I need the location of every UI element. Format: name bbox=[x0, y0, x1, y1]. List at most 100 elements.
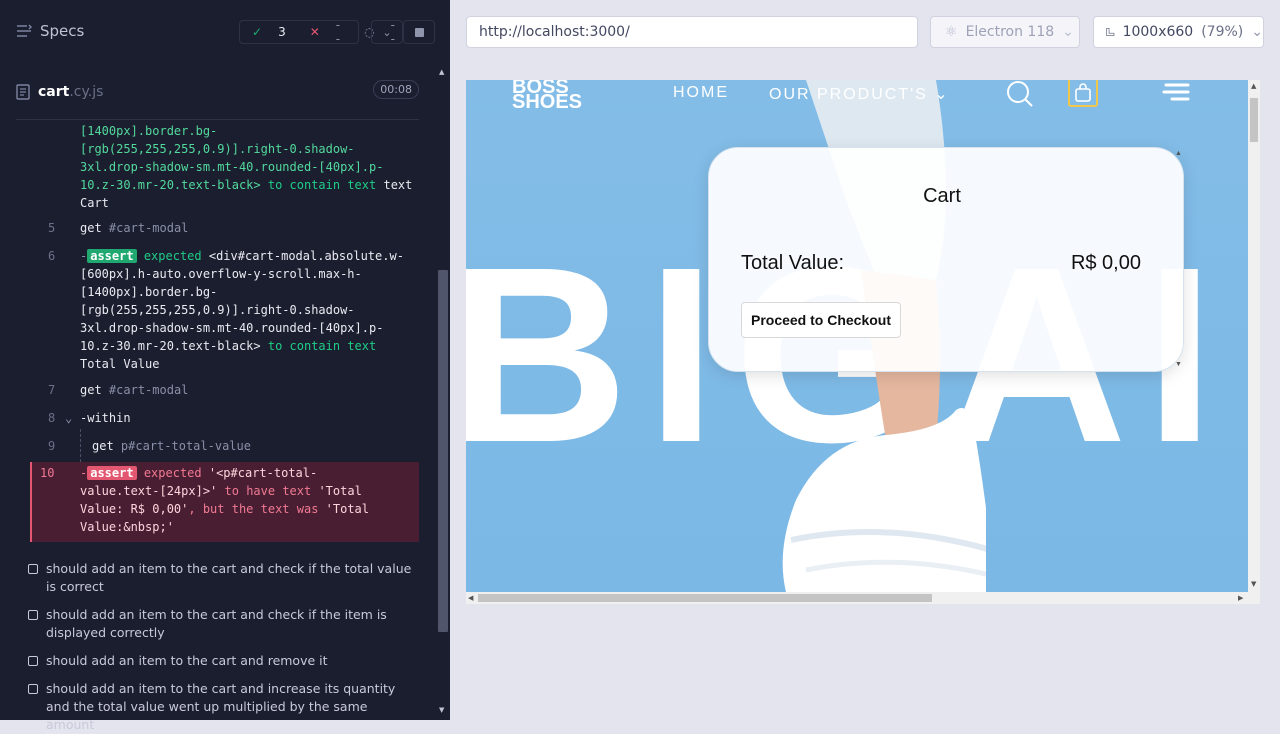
reporter-scrollbar[interactable]: ▲ ▼ bbox=[436, 64, 450, 720]
command-number: 6 bbox=[48, 249, 56, 263]
assert-actual-value: Value:&nbsp;' bbox=[80, 520, 174, 534]
chevron-down-icon: ⌄ bbox=[382, 25, 392, 39]
modal-scrollbar[interactable]: ▲ ▼ bbox=[1173, 148, 1183, 373]
test-item[interactable]: should add an item to the cart and remov… bbox=[28, 652, 418, 670]
assert-value: text bbox=[383, 178, 413, 192]
ruler-icon bbox=[1106, 27, 1115, 37]
cart-modal: Cart Total Value: R$ 0,00 Proceed to Che… bbox=[708, 147, 1184, 372]
command-log-panel: Specs ✓ 3 ✕ -- ◌ -- ⌄ cart .cy.js 00:08 [14… bbox=[0, 0, 450, 732]
command-number: 8 bbox=[48, 411, 56, 425]
scroll-down-icon[interactable]: ▼ bbox=[1251, 580, 1256, 588]
scroll-right-icon[interactable]: ▶ bbox=[1238, 594, 1243, 602]
search-icon[interactable] bbox=[1006, 80, 1034, 108]
specs-title: Specs bbox=[40, 22, 85, 40]
assert-expected: expected bbox=[143, 466, 202, 480]
command-number: 10 bbox=[40, 466, 55, 480]
assert-subject-line: <div#cart-modal.absolute.w- bbox=[208, 249, 404, 263]
pending-checkbox-icon bbox=[28, 656, 38, 666]
assert-subject-line: 10.z-30.mr-20.text-black> bbox=[80, 178, 261, 192]
assert-matcher: to contain text bbox=[267, 178, 377, 192]
scroll-down-icon[interactable]: ▼ bbox=[439, 706, 444, 714]
assert-subject-line: 10.z-30.mr-20.text-black> bbox=[80, 339, 261, 353]
electron-icon: ⚛ bbox=[945, 24, 958, 40]
assert-expected: expected bbox=[143, 249, 202, 263]
pending-checkbox-icon bbox=[28, 684, 38, 694]
assert-value: Cart bbox=[80, 196, 109, 210]
browser-selector[interactable]: ⚛ Electron 118 ⌄ bbox=[930, 16, 1080, 48]
app-iframe: BIGAIR BOSS SHOES HOME OUR PRODUCT'S ⌄ C… bbox=[466, 80, 1248, 592]
hamburger-icon[interactable] bbox=[1162, 82, 1190, 102]
failed-assert-row[interactable]: 10 - assert expected '<p#cart-total- valu… bbox=[30, 462, 419, 542]
command-number: 7 bbox=[48, 383, 56, 397]
stop-button[interactable] bbox=[403, 20, 435, 44]
expand-button[interactable]: ⌄ bbox=[371, 20, 403, 44]
reporter-scroll-thumb[interactable] bbox=[438, 270, 448, 632]
spec-file-header[interactable]: cart .cy.js 00:08 bbox=[16, 80, 419, 104]
test-item[interactable]: should add an item to the cart and check… bbox=[28, 606, 418, 642]
assert-expected-value: 'Total bbox=[318, 484, 362, 498]
assert-subject-line: [rgb(255,255,255,0.9)].right-0.shadow- bbox=[80, 303, 355, 317]
app-vertical-scrollbar[interactable]: ▲ ▼ bbox=[1248, 80, 1260, 592]
scroll-up-icon[interactable]: ▲ bbox=[439, 68, 444, 76]
test-item[interactable]: should add an item to the cart and incre… bbox=[28, 680, 418, 734]
app-horizontal-scrollbar[interactable]: ◀ ▶ bbox=[466, 592, 1260, 604]
spec-duration: 00:08 bbox=[373, 80, 419, 99]
x-icon: ✕ bbox=[309, 25, 320, 39]
browser-name: Electron 118 bbox=[965, 24, 1055, 40]
assert-subject-line: [600px].h-auto.overflow-y-scroll.max-h- bbox=[80, 267, 362, 281]
assert-but: , but the text was bbox=[188, 502, 319, 516]
reporter-header: Specs ✓ 3 ✕ -- ◌ -- ⌄ bbox=[0, 0, 450, 64]
shopping-bag-icon bbox=[1075, 83, 1091, 102]
test-title: should add an item to the cart and remov… bbox=[46, 653, 328, 668]
nav-home[interactable]: HOME bbox=[673, 84, 729, 102]
scroll-up-icon[interactable]: ▲ bbox=[1251, 82, 1256, 90]
command-name: get bbox=[80, 383, 102, 397]
horizontal-scroll-thumb[interactable] bbox=[478, 594, 932, 602]
command-number: 5 bbox=[48, 221, 56, 235]
checkout-button[interactable]: Proceed to Checkout bbox=[741, 302, 901, 338]
assert-badge: assert bbox=[87, 249, 137, 263]
command-name: get bbox=[80, 221, 102, 235]
specs-toggle[interactable]: Specs bbox=[16, 22, 84, 40]
assert-matcher: to contain text bbox=[267, 339, 377, 353]
viewport-selector[interactable]: 1000x660 (79%) ⌄ bbox=[1093, 16, 1264, 48]
cart-button[interactable] bbox=[1068, 80, 1098, 107]
command-arg: #cart-modal bbox=[108, 221, 189, 235]
assert-value: Total Value bbox=[80, 357, 160, 371]
file-icon bbox=[16, 84, 30, 100]
chevron-down-icon: ⌄ bbox=[1062, 24, 1074, 40]
scroll-down-icon[interactable]: ▼ bbox=[1175, 361, 1182, 368]
command-name: -within bbox=[80, 411, 131, 425]
test-item[interactable]: should add an item to the cart and check… bbox=[28, 560, 418, 596]
scroll-up-icon[interactable]: ▲ bbox=[1175, 150, 1182, 157]
chevron-down-icon[interactable]: ⌄ bbox=[65, 409, 72, 427]
assert-subject-line: [1400px].border.bg- bbox=[80, 285, 218, 299]
divider bbox=[16, 119, 419, 120]
url-bar[interactable]: http://localhost:3000/ bbox=[466, 16, 918, 48]
test-stats: ✓ 3 ✕ -- ◌ -- bbox=[239, 18, 395, 46]
assert-actual-value: 'Total bbox=[325, 502, 370, 516]
chevron-down-icon: ⌄ bbox=[934, 86, 950, 103]
logo[interactable]: BOSS SHOES bbox=[512, 80, 582, 112]
assert-subject-line: [1400px].border.bg- bbox=[80, 124, 218, 138]
assert-badge: assert bbox=[87, 466, 137, 480]
vertical-scroll-thumb[interactable] bbox=[1250, 98, 1258, 142]
stop-icon bbox=[414, 27, 424, 37]
viewport-zoom: (79%) bbox=[1201, 24, 1244, 40]
nav-products[interactable]: OUR PRODUCT'S ⌄ bbox=[769, 84, 950, 104]
spec-file-ext: .cy.js bbox=[69, 84, 104, 100]
total-value: R$ 0,00 bbox=[1070, 252, 1141, 274]
pending-checkbox-icon bbox=[28, 610, 38, 620]
command-arg: #cart-modal bbox=[108, 383, 189, 397]
scroll-left-icon[interactable]: ◀ bbox=[468, 594, 473, 602]
command-number: 9 bbox=[48, 439, 56, 453]
command-arg: p#cart-total-value bbox=[120, 439, 251, 453]
aut-panel: http://localhost:3000/ ⚛ Electron 118 ⌄ … bbox=[450, 0, 1280, 720]
assert-matcher: to have text bbox=[224, 484, 312, 498]
check-icon: ✓ bbox=[252, 25, 263, 39]
failed-count: -- bbox=[335, 18, 341, 46]
passed-count: 3 bbox=[278, 25, 286, 39]
assert-subject: '<p#cart-total- bbox=[208, 466, 318, 480]
test-title: should add an item to the cart and check… bbox=[46, 561, 412, 594]
assert-subject-line: 3xl.drop-shadow-sm.mt-40.rounded-[40px].… bbox=[80, 160, 384, 174]
